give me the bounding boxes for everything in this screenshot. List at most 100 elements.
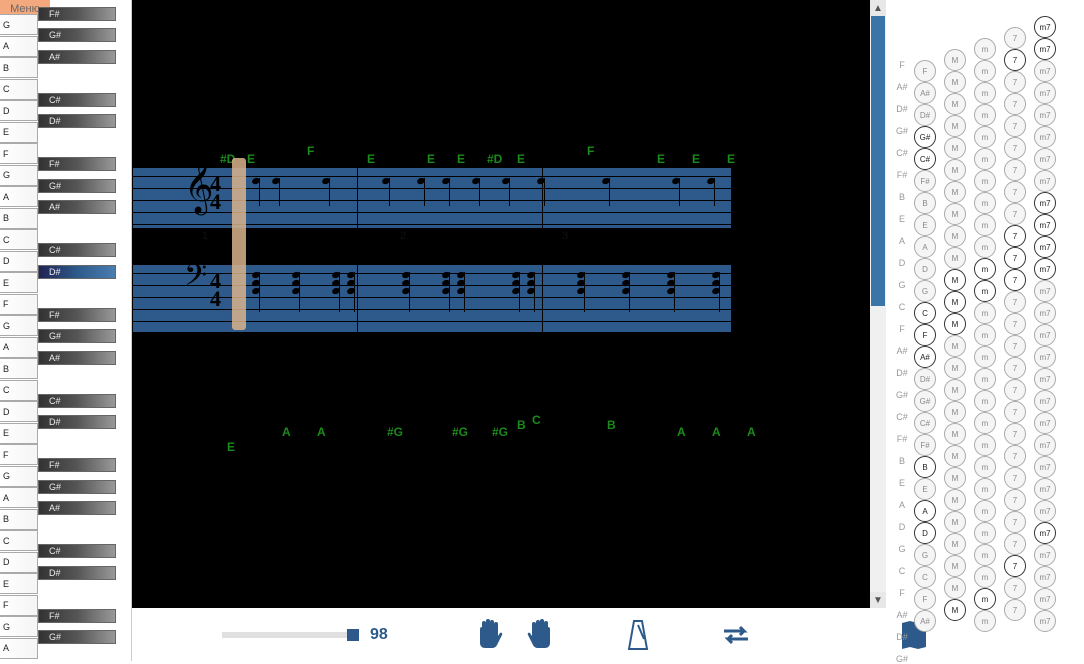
white-key-G[interactable]: G xyxy=(0,466,38,487)
tempo-slider-thumb[interactable] xyxy=(347,629,359,641)
chord-button[interactable]: m7 xyxy=(1034,38,1056,60)
chord-button[interactable]: m7 xyxy=(1034,324,1056,346)
chord-button[interactable]: M xyxy=(944,203,966,225)
chord-button[interactable]: 7 xyxy=(1004,313,1026,335)
black-key-G#[interactable]: G# xyxy=(38,329,116,343)
chord-button[interactable]: M xyxy=(944,335,966,357)
chord-button[interactable]: m7 xyxy=(1034,126,1056,148)
chord-button[interactable]: m xyxy=(974,280,996,302)
chord-button[interactable]: m7 xyxy=(1034,456,1056,478)
chord-button[interactable]: m7 xyxy=(1034,148,1056,170)
chord-button[interactable]: m xyxy=(974,148,996,170)
chord-button[interactable]: M xyxy=(944,555,966,577)
chord-button[interactable]: 7 xyxy=(1004,137,1026,159)
chord-button[interactable]: B xyxy=(914,456,936,478)
chord-button[interactable]: m7 xyxy=(1034,544,1056,566)
chord-button[interactable]: m7 xyxy=(1034,434,1056,456)
white-key-A[interactable]: A xyxy=(0,186,38,207)
black-key-D#[interactable]: D# xyxy=(38,566,116,580)
chord-button[interactable]: M xyxy=(944,533,966,555)
chord-button[interactable]: m xyxy=(974,390,996,412)
scroll-thumb[interactable] xyxy=(871,16,885,306)
chord-button[interactable]: 7 xyxy=(1004,181,1026,203)
scroll-down-arrow[interactable]: ▼ xyxy=(870,592,886,608)
chord-button[interactable]: 7 xyxy=(1004,49,1026,71)
chord-button[interactable]: 7 xyxy=(1004,247,1026,269)
black-key-G#[interactable]: G# xyxy=(38,480,116,494)
white-key-F[interactable]: F xyxy=(0,143,38,164)
chord-button[interactable]: A xyxy=(914,236,936,258)
chord-button[interactable]: m xyxy=(974,38,996,60)
black-key-D#[interactable]: D# xyxy=(38,415,116,429)
score-scrollbar[interactable]: ▲ ▼ xyxy=(870,0,886,608)
chord-button[interactable]: G xyxy=(914,544,936,566)
chord-button[interactable]: 7 xyxy=(1004,335,1026,357)
chord-button[interactable]: m7 xyxy=(1034,368,1056,390)
chord-button[interactable]: m7 xyxy=(1034,522,1056,544)
chord-button[interactable]: m xyxy=(974,236,996,258)
left-hand-button[interactable] xyxy=(474,619,506,651)
chord-button[interactable]: M xyxy=(944,445,966,467)
black-key-A#[interactable]: A# xyxy=(38,50,116,64)
black-key-D#[interactable]: D# xyxy=(38,114,116,128)
white-key-B[interactable]: B xyxy=(0,358,38,379)
chord-button[interactable]: M xyxy=(944,71,966,93)
white-key-E[interactable]: E xyxy=(0,122,38,143)
white-key-C[interactable]: C xyxy=(0,380,38,401)
chord-button[interactable]: m7 xyxy=(1034,104,1056,126)
tempo-slider[interactable] xyxy=(222,632,352,638)
chord-button[interactable]: A# xyxy=(914,82,936,104)
chord-button[interactable]: F# xyxy=(914,170,936,192)
black-key-G#[interactable]: G# xyxy=(38,179,116,193)
chord-button[interactable]: M xyxy=(944,489,966,511)
black-key-G#[interactable]: G# xyxy=(38,28,116,42)
black-key-D#[interactable]: D# xyxy=(38,265,116,279)
white-key-F[interactable]: F xyxy=(0,444,38,465)
chord-button[interactable]: M xyxy=(944,379,966,401)
chord-button[interactable]: m7 xyxy=(1034,236,1056,258)
chord-button[interactable]: M xyxy=(944,115,966,137)
white-key-E[interactable]: E xyxy=(0,423,38,444)
chord-button[interactable]: C# xyxy=(914,148,936,170)
metronome-button[interactable] xyxy=(622,619,654,651)
chord-button[interactable]: 7 xyxy=(1004,203,1026,225)
chord-button[interactable]: m7 xyxy=(1034,192,1056,214)
chord-button[interactable]: m7 xyxy=(1034,390,1056,412)
chord-button[interactable]: D xyxy=(914,258,936,280)
chord-button[interactable]: m xyxy=(974,456,996,478)
white-key-A[interactable]: A xyxy=(0,638,38,659)
chord-button[interactable]: B xyxy=(914,192,936,214)
white-key-E[interactable]: E xyxy=(0,573,38,594)
chord-button[interactable]: M xyxy=(944,577,966,599)
chord-button[interactable]: m7 xyxy=(1034,258,1056,280)
white-key-B[interactable]: B xyxy=(0,509,38,530)
chord-button[interactable]: m xyxy=(974,82,996,104)
white-key-F[interactable]: F xyxy=(0,294,38,315)
chord-button[interactable]: m xyxy=(974,412,996,434)
chord-button[interactable]: D# xyxy=(914,368,936,390)
chord-button[interactable]: m7 xyxy=(1034,478,1056,500)
black-key-C#[interactable]: C# xyxy=(38,93,116,107)
chord-button[interactable]: 7 xyxy=(1004,379,1026,401)
chord-button[interactable]: m7 xyxy=(1034,60,1056,82)
chord-button[interactable]: M xyxy=(944,247,966,269)
chord-button[interactable]: m xyxy=(974,544,996,566)
chord-button[interactable]: 7 xyxy=(1004,489,1026,511)
chord-button[interactable]: m xyxy=(974,214,996,236)
chord-button[interactable]: M xyxy=(944,357,966,379)
chord-button[interactable]: D xyxy=(914,522,936,544)
chord-button[interactable]: 7 xyxy=(1004,291,1026,313)
chord-button[interactable]: m7 xyxy=(1034,588,1056,610)
white-key-C[interactable]: C xyxy=(0,229,38,250)
chord-button[interactable]: M xyxy=(944,181,966,203)
chord-button[interactable]: M xyxy=(944,159,966,181)
right-hand-button[interactable] xyxy=(524,619,556,651)
loop-button[interactable] xyxy=(720,619,752,651)
chord-button[interactable]: m xyxy=(974,588,996,610)
chord-button[interactable]: 7 xyxy=(1004,555,1026,577)
chord-button[interactable]: m7 xyxy=(1034,302,1056,324)
white-key-A[interactable]: A xyxy=(0,36,38,57)
chord-button[interactable]: m7 xyxy=(1034,566,1056,588)
chord-button[interactable]: E xyxy=(914,478,936,500)
black-key-A#[interactable]: A# xyxy=(38,351,116,365)
